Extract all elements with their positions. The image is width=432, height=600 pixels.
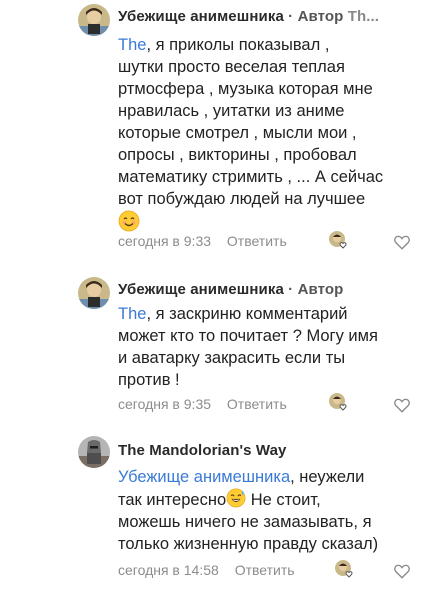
- text-line: против !: [118, 371, 180, 389]
- text-line: можешь ничего не замазывать, я: [118, 513, 372, 531]
- author-liked-avatar-icon: [329, 231, 347, 249]
- comment-meta: сегодня в 9:33 Ответить: [118, 233, 287, 249]
- avatar-image: [78, 277, 110, 309]
- author-separator: ·: [288, 281, 294, 298]
- text-line: ртмосфера , музыка которая мне: [118, 80, 373, 98]
- like-heart-icon[interactable]: [393, 562, 411, 580]
- text-line: может кто то почитает ? Могу имя: [118, 327, 378, 345]
- author-name[interactable]: Убежище анимешника: [118, 8, 284, 25]
- avatar-image: [78, 4, 110, 36]
- text-line: шутки просто веселая теплая: [118, 58, 345, 76]
- comment-text: The, я приколы показывал , шутки просто …: [118, 34, 418, 238]
- reply-button[interactable]: Ответить: [235, 562, 295, 578]
- text-line: опросы , викторины , пробовал: [118, 146, 357, 164]
- author-avatar[interactable]: [78, 4, 110, 36]
- comment-author[interactable]: Убежище анимешника · Автор Th...: [118, 8, 379, 25]
- author-avatar[interactable]: [78, 277, 110, 309]
- reply-to-truncated: Th...: [347, 8, 380, 25]
- text-line: математику стримить , ... А сейчас: [118, 168, 384, 186]
- author-avatar[interactable]: [78, 436, 110, 468]
- sweat-smile-emoji: [226, 488, 246, 508]
- text-line: нравилась , уитатки из аниме: [118, 102, 345, 120]
- author-liked-avatar-icon: [335, 560, 353, 578]
- mention-link[interactable]: The: [118, 305, 146, 323]
- comment-meta: сегодня в 14:58 Ответить: [118, 562, 295, 578]
- mention-link[interactable]: Убежище анимешника: [118, 468, 290, 486]
- comment-time: сегодня в 9:33: [118, 233, 212, 249]
- comment-author[interactable]: Убежище анимешника · Автор: [118, 281, 343, 298]
- smiling-face-emoji: [118, 210, 140, 232]
- text-line: так интересно: [118, 491, 227, 509]
- reply-button[interactable]: Ответить: [227, 396, 287, 412]
- comment-time: сегодня в 9:35: [118, 396, 212, 412]
- author-liked-avatar-icon: [329, 393, 347, 411]
- author-liked-badge: [334, 559, 356, 581]
- comment-time: сегодня в 14:58: [118, 562, 219, 578]
- author-liked-badge: [328, 392, 350, 414]
- author-role-badge: Автор: [297, 8, 344, 25]
- comment-author[interactable]: The Mandolorian's Way: [118, 442, 286, 459]
- comment-meta: сегодня в 9:35 Ответить: [118, 396, 287, 412]
- text-line: , я приколы показывал ,: [146, 36, 330, 54]
- author-separator: ·: [288, 8, 294, 25]
- text-line: , я заскриню комментарий: [146, 305, 348, 323]
- author-role-badge: Автор: [297, 281, 344, 298]
- mention-link[interactable]: The: [118, 36, 146, 54]
- text-line: , неужели: [290, 468, 365, 486]
- text-line: и аватарку закрасить если ты: [118, 349, 346, 367]
- comment-text: Убежище анимешника, неужели так интересн…: [118, 466, 418, 555]
- text-line: вот побуждаю людей на лучшее: [118, 190, 366, 208]
- author-liked-badge: [328, 230, 350, 252]
- like-heart-icon[interactable]: [393, 233, 411, 251]
- like-heart-icon[interactable]: [393, 396, 411, 414]
- comment-text: The, я заскриню комментарий может кто то…: [118, 303, 418, 391]
- reply-button[interactable]: Ответить: [227, 233, 287, 249]
- author-name[interactable]: Убежище анимешника: [118, 281, 284, 298]
- avatar-image: [78, 436, 110, 468]
- author-name[interactable]: The Mandolorian's Way: [118, 442, 286, 459]
- text-line: только жизненную правду сказал): [118, 535, 379, 553]
- text-line: Не стоит,: [246, 491, 321, 509]
- text-line: которые смотрел , мысли мои ,: [118, 124, 357, 142]
